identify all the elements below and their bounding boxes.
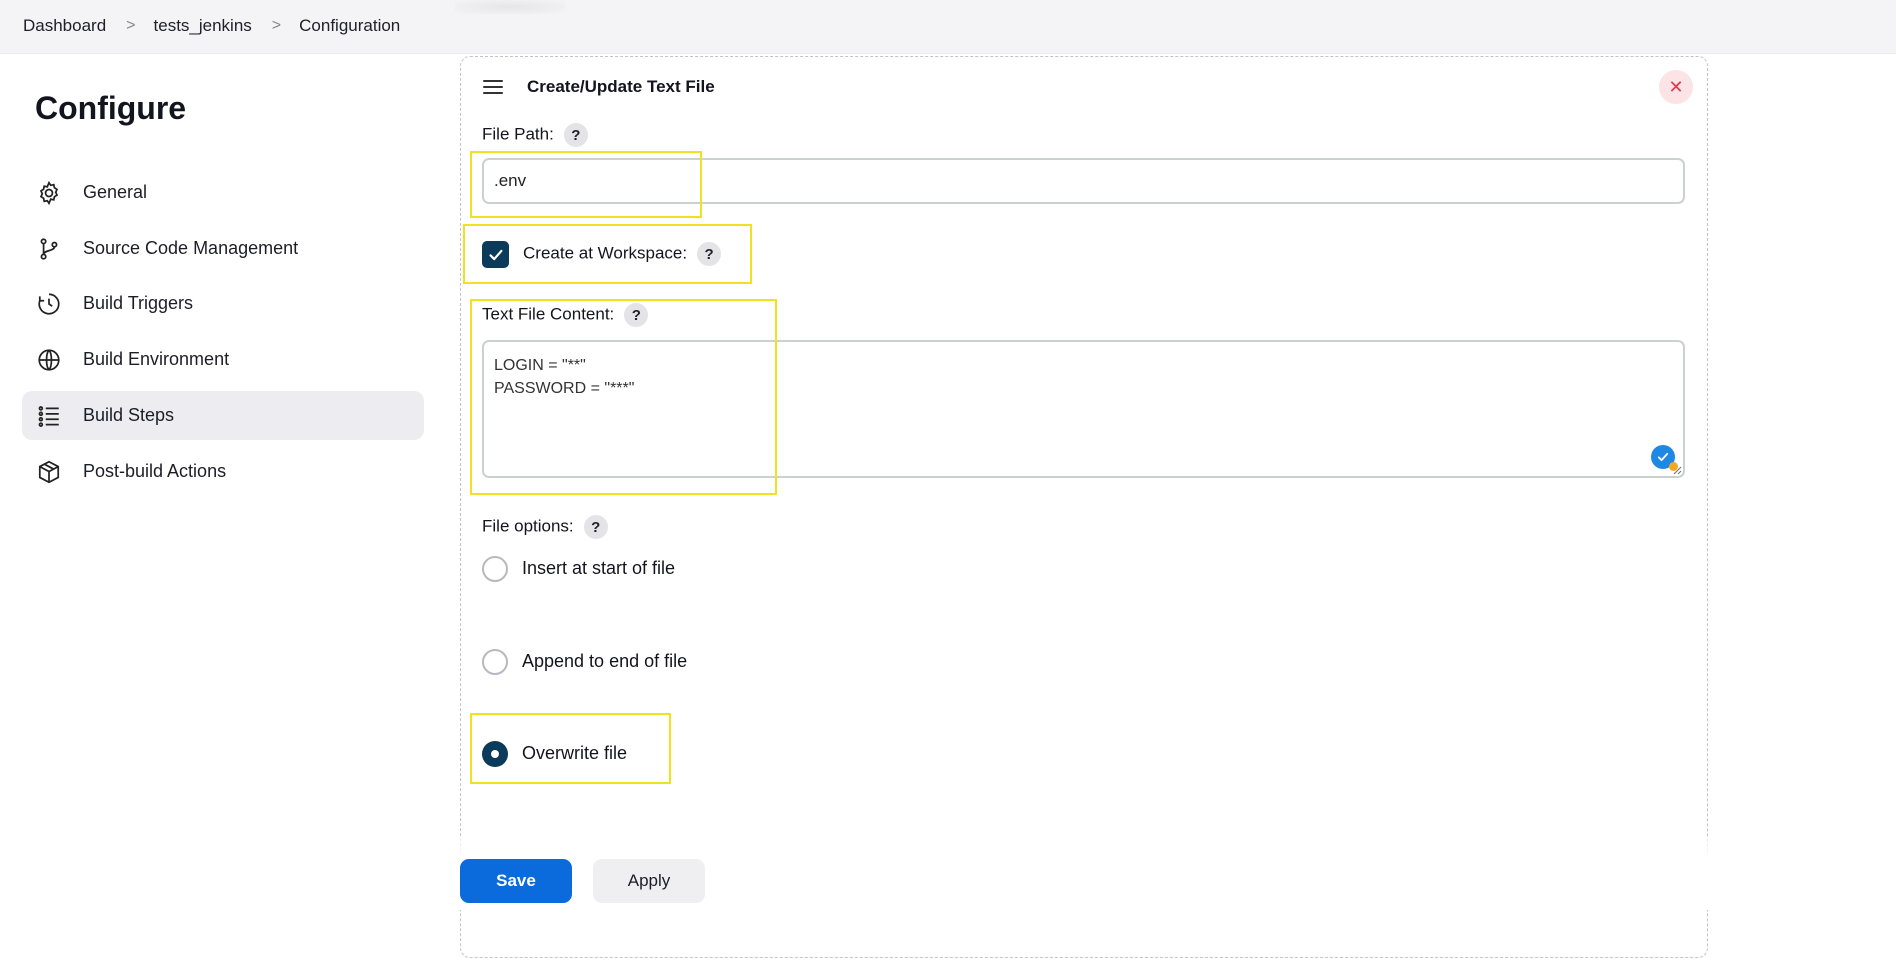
gear-icon: [35, 179, 63, 207]
insert-at-start-label[interactable]: Insert at start of file: [522, 558, 675, 579]
insert-at-start-radio[interactable]: [482, 556, 508, 582]
file-path-label-text: File Path:: [482, 124, 554, 144]
apply-button[interactable]: Apply: [593, 859, 705, 903]
sidebar-item-build-environment[interactable]: Build Environment: [22, 335, 424, 384]
breadcrumb-dashboard[interactable]: Dashboard: [23, 16, 106, 36]
branch-icon: [35, 235, 63, 263]
create-at-workspace-label-text: Create at Workspace:: [523, 243, 688, 263]
help-icon[interactable]: ?: [624, 303, 649, 327]
sidebar-item-label: Source Code Management: [83, 238, 299, 258]
drag-handle-icon[interactable]: [483, 80, 503, 94]
sidebar-item-label: General: [83, 182, 148, 202]
sidebar-item-label: Build Steps: [83, 405, 175, 425]
sidebar-item-build-triggers[interactable]: Build Triggers: [22, 279, 424, 328]
content-line: LOGIN = "**": [494, 357, 586, 374]
package-icon: [35, 458, 63, 486]
sidebar-item-label: Build Environment: [83, 349, 230, 369]
sidebar-item-label: Build Triggers: [83, 293, 194, 313]
overwrite-file-label[interactable]: Overwrite file: [522, 743, 627, 764]
sidebar-item-build-steps[interactable]: Build Steps: [22, 391, 424, 440]
append-to-end-label[interactable]: Append to end of file: [522, 651, 687, 672]
create-at-workspace-label: Create at Workspace:?: [523, 242, 722, 266]
create-at-workspace-checkbox[interactable]: [482, 241, 509, 268]
help-icon[interactable]: ?: [697, 242, 722, 266]
content-line: PASSWORD = "***": [494, 380, 635, 397]
help-icon[interactable]: ?: [583, 515, 608, 539]
globe-icon: [35, 346, 63, 374]
breadcrumb-job[interactable]: tests_jenkins: [154, 16, 252, 36]
file-path-label: File Path:?: [482, 123, 588, 147]
close-icon[interactable]: ✕: [1659, 70, 1693, 104]
file-options-label: File options:?: [482, 515, 608, 539]
chevron-right-icon: >: [126, 17, 136, 34]
append-to-end-radio[interactable]: [482, 649, 508, 675]
page-title: Configure: [35, 90, 187, 126]
help-icon[interactable]: ?: [563, 123, 588, 147]
breadcrumb: Dashboard > tests_jenkins > Configuratio…: [23, 0, 400, 52]
breadcrumb-bar: Dashboard > tests_jenkins > Configuratio…: [0, 0, 1896, 54]
list-icon: [35, 402, 63, 430]
breadcrumb-configuration[interactable]: Configuration: [299, 16, 400, 36]
text-file-content-label: Text File Content:?: [482, 303, 649, 327]
sidebar-item-source-code-management[interactable]: Source Code Management: [22, 224, 424, 273]
build-step-title: Create/Update Text File: [527, 77, 715, 96]
text-file-content-label-text: Text File Content:: [482, 304, 615, 324]
overwrite-file-radio[interactable]: [482, 741, 508, 767]
sidebar-item-label: Post-build Actions: [83, 461, 227, 481]
resize-handle-icon[interactable]: [1672, 465, 1682, 475]
text-file-content-textarea[interactable]: LOGIN = "**" PASSWORD = "***": [482, 340, 1685, 478]
save-button[interactable]: Save: [460, 859, 572, 903]
clock-icon: [35, 290, 63, 318]
chevron-right-icon: >: [271, 17, 282, 34]
checkmark-icon: [489, 249, 502, 260]
sidebar-item-general[interactable]: General: [22, 168, 424, 217]
topbar-shadow: [455, 0, 565, 14]
file-options-label-text: File options:: [482, 516, 574, 536]
file-path-input[interactable]: [482, 158, 1685, 204]
sidebar-item-post-build-actions[interactable]: Post-build Actions: [22, 447, 424, 496]
